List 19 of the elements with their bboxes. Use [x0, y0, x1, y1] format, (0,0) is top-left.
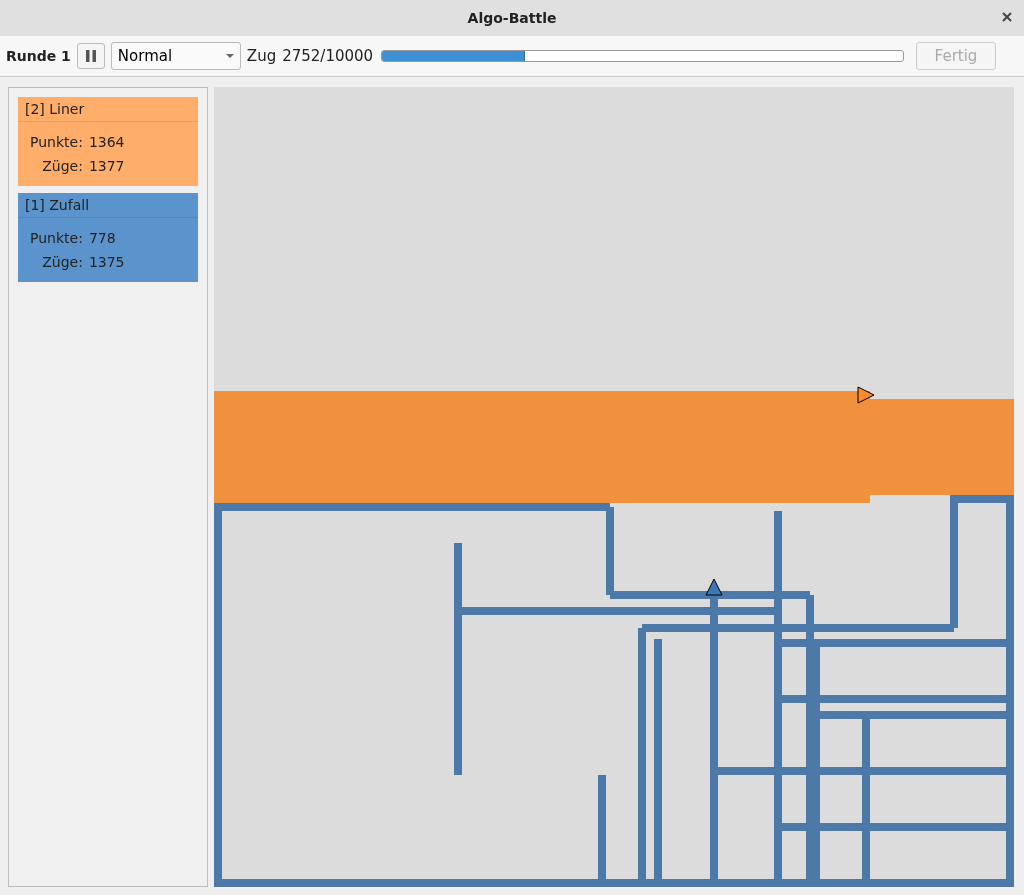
stat-value: 1375	[88, 254, 125, 270]
stat-value: 1377	[88, 158, 125, 174]
stat-value: 778	[88, 230, 117, 246]
stat-label: Punkte:	[30, 230, 83, 246]
stat-label: Punkte:	[30, 134, 83, 150]
player-name: [2] Liner	[25, 101, 85, 117]
pause-icon	[85, 50, 96, 62]
round-label: Runde 1	[6, 48, 71, 64]
close-icon[interactable]	[1000, 10, 1014, 24]
stat-label: Züge:	[41, 158, 83, 174]
speed-dropdown[interactable]: Normal	[110, 42, 241, 70]
window-title: Algo-Battle	[467, 10, 557, 26]
stat-value: 1364	[88, 134, 125, 150]
caret-icon	[225, 54, 234, 58]
move-counter: 2752/10000	[282, 47, 374, 65]
move-label: Zug	[246, 47, 277, 65]
pause-button[interactable]	[76, 43, 105, 69]
stat-label: Züge:	[41, 254, 83, 270]
player-name: [1] Zufall	[25, 197, 90, 213]
